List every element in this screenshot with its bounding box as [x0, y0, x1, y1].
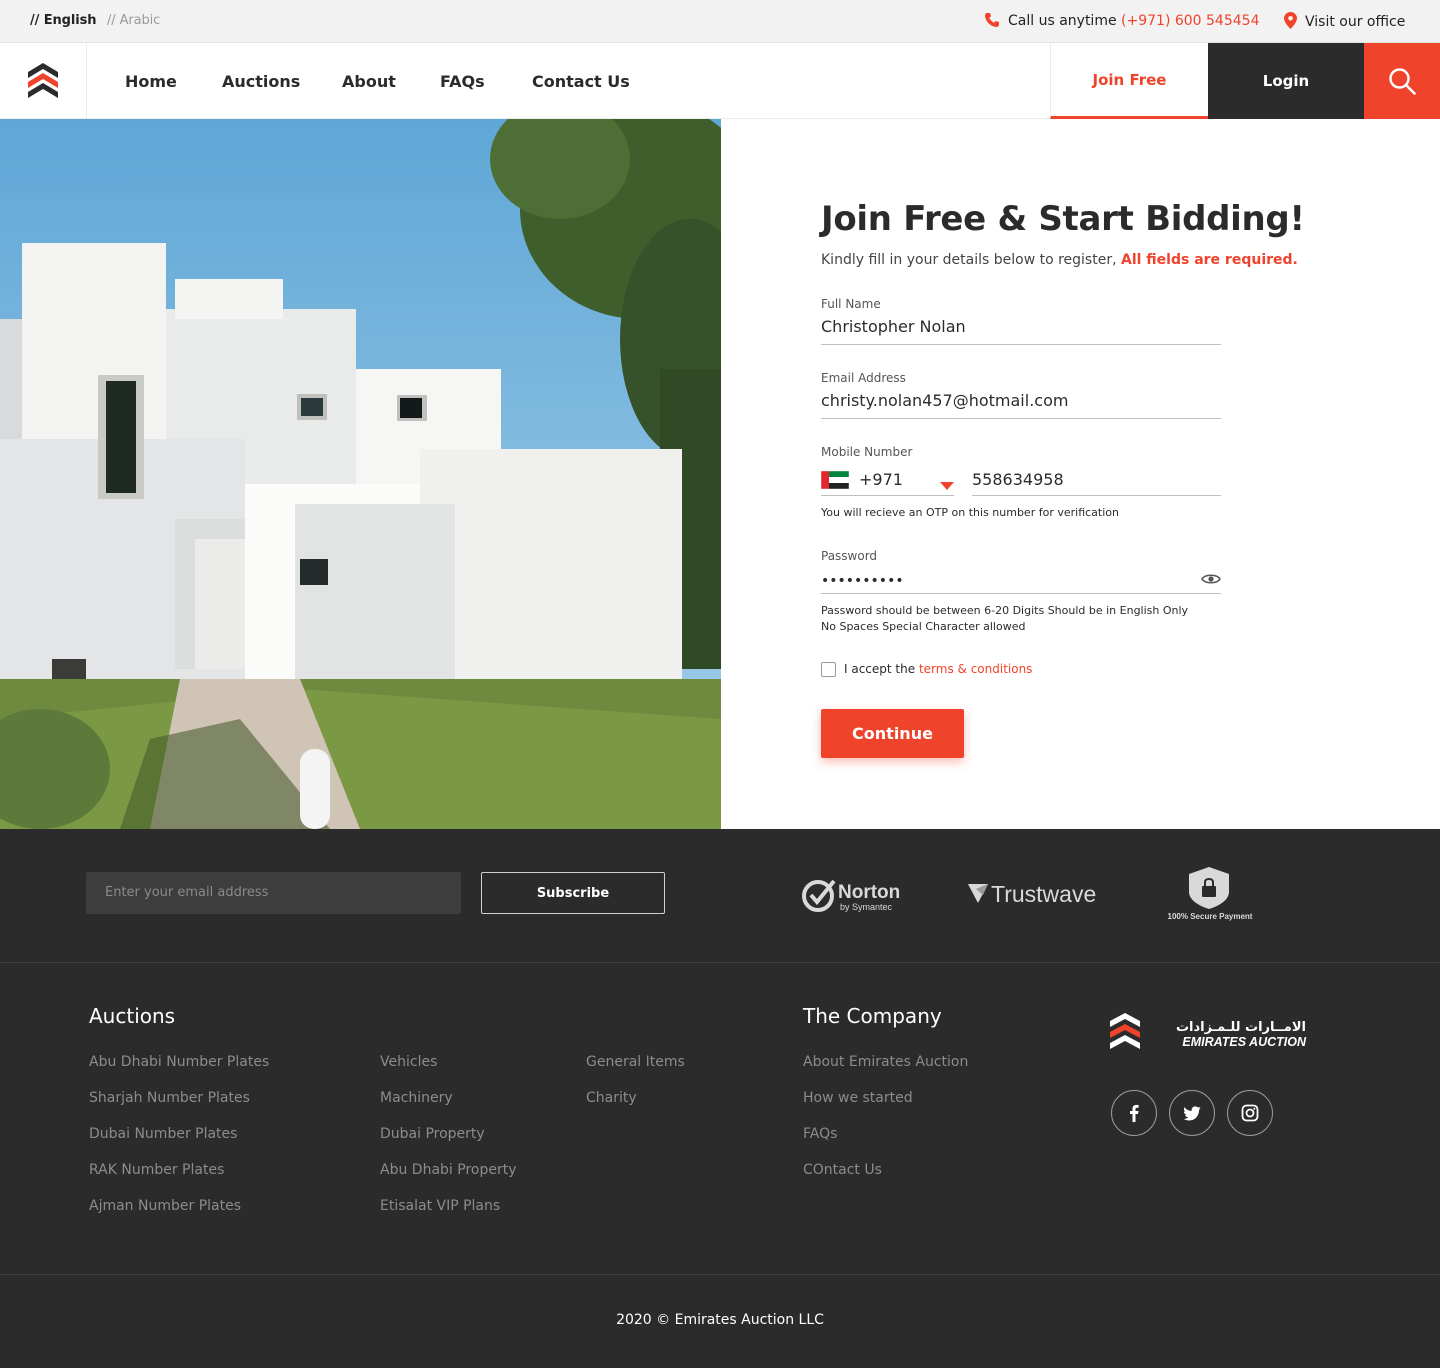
footer-link[interactable]: Etisalat VIP Plans [380, 1198, 500, 1214]
footer-link[interactable]: FAQs [803, 1126, 837, 1142]
top-bar: // English // Arabic Call us anytime (+9… [0, 0, 1440, 43]
shield-lock-icon [1189, 867, 1229, 909]
facebook-button[interactable] [1111, 1090, 1157, 1136]
footer-links: Auctions Abu Dhabi Number Plates Sharjah… [0, 963, 1440, 1275]
password-hint-2: No Spaces Special Character allowed [821, 620, 1026, 633]
nav-about[interactable]: About [342, 72, 396, 91]
footer-link[interactable]: Dubai Property [380, 1126, 485, 1142]
otp-hint: You will recieve an OTP on this number f… [821, 506, 1119, 519]
footer-link[interactable]: How we started [803, 1090, 913, 1106]
location-pin-icon [1284, 12, 1297, 33]
trustwave-badge: Trustwave [967, 881, 1112, 915]
footer-link[interactable]: RAK Number Plates [89, 1162, 224, 1178]
email-label: Email Address [821, 371, 906, 385]
fullname-label: Full Name [821, 297, 881, 311]
email-field[interactable]: christy.nolan457@hotmail.com [821, 391, 1221, 419]
footer-company-heading: The Company [803, 1004, 942, 1028]
password-label: Password [821, 549, 878, 563]
call-us[interactable]: Call us anytime (+971) 600 545454 [984, 12, 1259, 32]
footer-link[interactable]: Abu Dhabi Number Plates [89, 1054, 269, 1070]
footer-link[interactable]: Abu Dhabi Property [380, 1162, 517, 1178]
fullname-field[interactable]: Christopher Nolan [821, 317, 1221, 345]
search-icon [1389, 68, 1416, 95]
house-photo [0, 119, 721, 829]
trustwave-text: Trustwave [991, 881, 1096, 907]
join-free-button[interactable]: Join Free [1050, 43, 1208, 119]
form-subtitle: Kindly fill in your details below to reg… [821, 252, 1298, 268]
secure-payment-text: 100% Secure Payment [1168, 912, 1253, 921]
mobile-label: Mobile Number [821, 445, 913, 459]
continue-button[interactable]: Continue [821, 709, 964, 758]
emirates-auction-logo[interactable]: الامــارات للـمـزادات EMIRATES AUCTION [1110, 1013, 1310, 1057]
main-nav: Home Auctions About FAQs Contact Us Join… [0, 43, 1440, 119]
footer-link[interactable]: Ajman Number Plates [89, 1198, 241, 1214]
norton-sub-text: by Symantec [840, 902, 893, 912]
required-note: All fields are required. [1121, 252, 1298, 268]
password-hint-1: Password should be between 6-20 Digits S… [821, 604, 1189, 617]
terms-acceptance: I accept the terms & conditions [821, 662, 1032, 677]
footer-link[interactable]: Vehicles [380, 1054, 437, 1070]
lang-arabic-link[interactable]: // Arabic [107, 13, 160, 28]
nav-auctions[interactable]: Auctions [222, 72, 300, 91]
footer-link[interactable]: About Emirates Auction [803, 1054, 968, 1070]
phone-icon [984, 12, 1000, 32]
footer-link[interactable]: Charity [586, 1090, 637, 1106]
newsletter-email-input[interactable]: Enter your email address [86, 872, 461, 914]
form-title: Join Free & Start Bidding! [821, 199, 1305, 239]
twitter-icon [1183, 1105, 1201, 1120]
search-button[interactable] [1364, 43, 1440, 119]
terms-checkbox[interactable] [821, 662, 836, 677]
facebook-icon [1130, 1104, 1139, 1122]
footer-link[interactable]: Machinery [380, 1090, 453, 1106]
site-logo[interactable] [0, 43, 87, 119]
nav-contact-us[interactable]: Contact Us [532, 72, 630, 91]
country-code-select[interactable]: +971 [821, 469, 954, 496]
password-field[interactable]: •••••••••• [821, 573, 1221, 594]
brand-arabic-text: الامــارات للـمـزادات [1176, 1020, 1306, 1035]
footer-link[interactable]: General Items [586, 1054, 685, 1070]
copyright-bar: 2020 © Emirates Auction LLC [0, 1275, 1440, 1368]
footer-link[interactable]: COntact Us [803, 1162, 882, 1178]
mobile-number-field[interactable]: 558634958 [972, 469, 1221, 496]
subscribe-button[interactable]: Subscribe [481, 872, 665, 914]
secure-payment-badge: 100% Secure Payment [1165, 866, 1257, 926]
lang-english-link[interactable]: // English [30, 13, 96, 28]
footer-link[interactable]: Sharjah Number Plates [89, 1090, 250, 1106]
registration-form: Join Free & Start Bidding! Kindly fill i… [721, 119, 1440, 829]
twitter-button[interactable] [1169, 1090, 1215, 1136]
accept-text: I accept the [844, 662, 916, 676]
footer-link[interactable]: Dubai Number Plates [89, 1126, 237, 1142]
uae-flag-icon [821, 471, 849, 489]
norton-badge: Norton by Symantec [802, 876, 912, 920]
instagram-button[interactable] [1227, 1090, 1273, 1136]
eye-icon[interactable] [1201, 573, 1221, 589]
call-label: Call us anytime [1008, 13, 1117, 29]
login-button[interactable]: Login [1208, 43, 1364, 119]
terms-link[interactable]: terms & conditions [919, 662, 1032, 676]
brand-english-text: EMIRATES AUCTION [1182, 1035, 1307, 1049]
footer-auctions-heading: Auctions [89, 1004, 176, 1028]
nav-home[interactable]: Home [125, 72, 177, 91]
password-value: •••••••••• [821, 573, 904, 589]
caret-down-icon [940, 476, 954, 495]
instagram-icon [1241, 1104, 1259, 1122]
copyright-text: 2020 © Emirates Auction LLC [616, 1312, 824, 1328]
form-subtitle-text: Kindly fill in your details below to reg… [821, 252, 1117, 268]
visit-label: Visit our office [1305, 14, 1406, 30]
call-number[interactable]: (+971) 600 545454 [1121, 13, 1259, 29]
visit-office[interactable]: Visit our office [1284, 12, 1405, 33]
norton-text: Norton [838, 882, 900, 903]
country-code-value: +971 [859, 470, 903, 489]
nav-faqs[interactable]: FAQs [440, 72, 485, 91]
newsletter-band: Enter your email address Subscribe Norto… [0, 829, 1440, 963]
logo-chevron-icon [28, 63, 58, 98]
